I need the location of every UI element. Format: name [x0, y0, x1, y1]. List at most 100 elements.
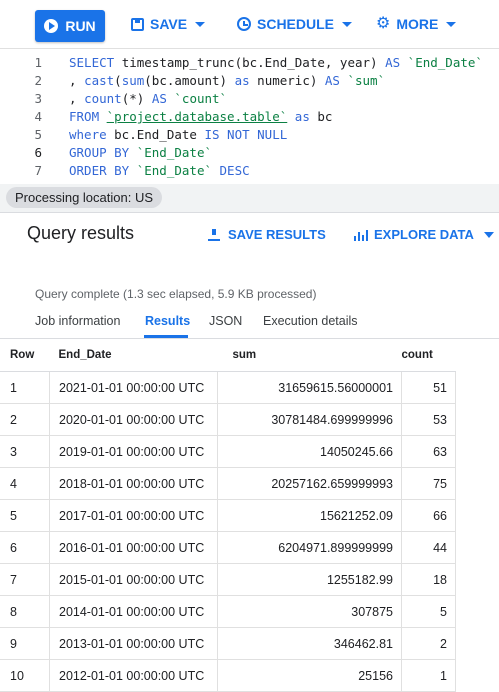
code-token: `count` [174, 91, 228, 106]
end-date-cell: 2012-01-01 00:00:00 UTC [49, 659, 218, 692]
code-token: bc.End_Date [114, 127, 205, 142]
play-icon [44, 19, 59, 33]
download-icon [208, 228, 220, 241]
end-date-cell: 2018-01-01 00:00:00 UTC [49, 467, 218, 500]
sum-cell: 14050245.66 [217, 435, 402, 468]
schedule-button[interactable]: SCHEDULE [237, 14, 353, 34]
code-text: SELECT timestamp_trunc(bc.End_Date, year… [69, 54, 483, 72]
code-token: as [287, 109, 318, 124]
column-header-end-date: End_Date [49, 338, 218, 372]
row-number-cell: 2 [0, 403, 50, 436]
sum-cell: 307875 [217, 595, 402, 628]
row-number-cell: 4 [0, 467, 50, 500]
code-token: sum [121, 73, 145, 88]
end-date-cell: 2014-01-01 00:00:00 UTC [49, 595, 218, 628]
line-number: 6 [34, 145, 42, 160]
code-text: , count(*) AS `count` [69, 90, 227, 108]
query-status: Query complete (1.3 sec elapsed, 5.9 KB … [35, 287, 317, 301]
row-number-cell: 7 [0, 563, 50, 596]
end-date-cell: 2013-01-01 00:00:00 UTC [49, 627, 218, 660]
code-token: AS [385, 55, 408, 70]
code-token: `End_Date` [136, 163, 212, 178]
results-table: Row End_Date sum count 1 2021-01-01 00:00… [0, 338, 456, 692]
table-row: 8 2014-01-01 00:00:00 UTC 307875 5 [0, 595, 456, 628]
code-token: `End_Date` [407, 55, 483, 70]
table-row: 3 2019-01-01 00:00:00 UTC 14050245.66 63 [0, 435, 456, 468]
end-date-cell: 2019-01-01 00:00:00 UTC [49, 435, 218, 468]
end-date-cell: 2020-01-01 00:00:00 UTC [49, 403, 218, 436]
row-number-cell: 3 [0, 435, 50, 468]
schedule-label: SCHEDULE [257, 16, 335, 32]
table-row: 5 2017-01-01 00:00:00 UTC 15621252.09 66 [0, 499, 456, 532]
sql-editor[interactable]: 1 SELECT timestamp_trunc(bc.End_Date, yea… [0, 48, 499, 185]
tab-results[interactable]: Results [145, 314, 190, 328]
sum-cell: 30781484.699999996 [217, 403, 402, 436]
code-token: as [234, 73, 258, 88]
chart-icon [354, 229, 368, 241]
tab-job-information[interactable]: Job information [35, 314, 120, 328]
count-cell: 44 [401, 531, 456, 564]
code-token: `End_Date` [136, 145, 212, 160]
code-text: FROM `project.database.table` as bc [69, 108, 332, 126]
line-number: 7 [34, 163, 42, 178]
code-token: AS [324, 73, 348, 88]
row-number-cell: 5 [0, 499, 50, 532]
row-number-cell: 9 [0, 627, 50, 660]
count-cell: 1 [401, 659, 456, 692]
end-date-cell: 2017-01-01 00:00:00 UTC [49, 499, 218, 532]
processing-location-chip[interactable]: Processing location: US [6, 187, 163, 208]
row-number-cell: 6 [0, 531, 50, 564]
code-text: ORDER BY `End_Date` DESC [69, 162, 250, 180]
more-button[interactable]: ⚙ MORE [376, 14, 457, 34]
count-cell: 51 [401, 371, 456, 404]
sum-cell: 25156 [217, 659, 402, 692]
code-token: IS NOT NULL [204, 127, 288, 142]
code-token: `project.database.table` [106, 109, 288, 124]
column-header-row: Row [0, 338, 50, 372]
tab-execution-details[interactable]: Execution details [263, 314, 358, 328]
save-results-button[interactable]: SAVE RESULTS [208, 227, 326, 242]
save-results-label: SAVE RESULTS [228, 227, 326, 242]
code-text: GROUP BY `End_Date` [69, 144, 212, 162]
code-token: FROM [69, 109, 107, 124]
line-number: 5 [34, 127, 42, 142]
count-cell: 75 [401, 467, 456, 500]
save-button[interactable]: SAVE [131, 14, 206, 34]
processing-bar: Processing location: US [0, 184, 499, 212]
table-row: 9 2013-01-01 00:00:00 UTC 346462.81 2 [0, 627, 456, 660]
code-token: , [69, 73, 85, 88]
row-number-cell: 1 [0, 371, 50, 404]
code-token: GROUP BY [69, 145, 137, 160]
code-text: where bc.End_Date IS NOT NULL [69, 126, 287, 144]
count-cell: 63 [401, 435, 456, 468]
caret-down-icon [483, 231, 494, 238]
count-cell: 66 [401, 499, 456, 532]
explore-data-button[interactable]: EXPLORE DATA [354, 227, 494, 242]
results-header: Query results SAVE RESULTS EXPLORE DATA [0, 212, 499, 257]
run-label: RUN [65, 18, 96, 34]
row-number-cell: 10 [0, 659, 50, 692]
clock-icon [237, 17, 251, 31]
code-token: where [69, 127, 115, 142]
chevron-down-icon [342, 21, 353, 27]
explore-data-label: EXPLORE DATA [374, 227, 474, 242]
sum-cell: 15621252.09 [217, 499, 402, 532]
table-row: 10 2012-01-01 00:00:00 UTC 25156 1 [0, 659, 456, 692]
code-token: numeric) [257, 73, 325, 88]
line-number: 2 [34, 73, 42, 88]
tab-json[interactable]: JSON [209, 314, 242, 328]
chevron-down-icon [446, 21, 457, 27]
sum-cell: 6204971.899999999 [217, 531, 402, 564]
code-token: `sum` [347, 73, 386, 88]
count-cell: 2 [401, 627, 456, 660]
table-header-row: Row End_Date sum count [0, 338, 456, 372]
run-button[interactable]: RUN [35, 10, 105, 42]
end-date-cell: 2015-01-01 00:00:00 UTC [49, 563, 218, 596]
sum-cell: 346462.81 [217, 627, 402, 660]
code-token: timestamp_trunc(bc.End_Date, year) [121, 55, 386, 70]
column-header-sum: sum [217, 338, 402, 372]
table-row: 1 2021-01-01 00:00:00 UTC 31659615.5600000… [0, 371, 456, 404]
more-label: MORE [396, 16, 439, 32]
sum-cell: 31659615.56000001 [217, 371, 402, 404]
count-cell: 5 [401, 595, 456, 628]
